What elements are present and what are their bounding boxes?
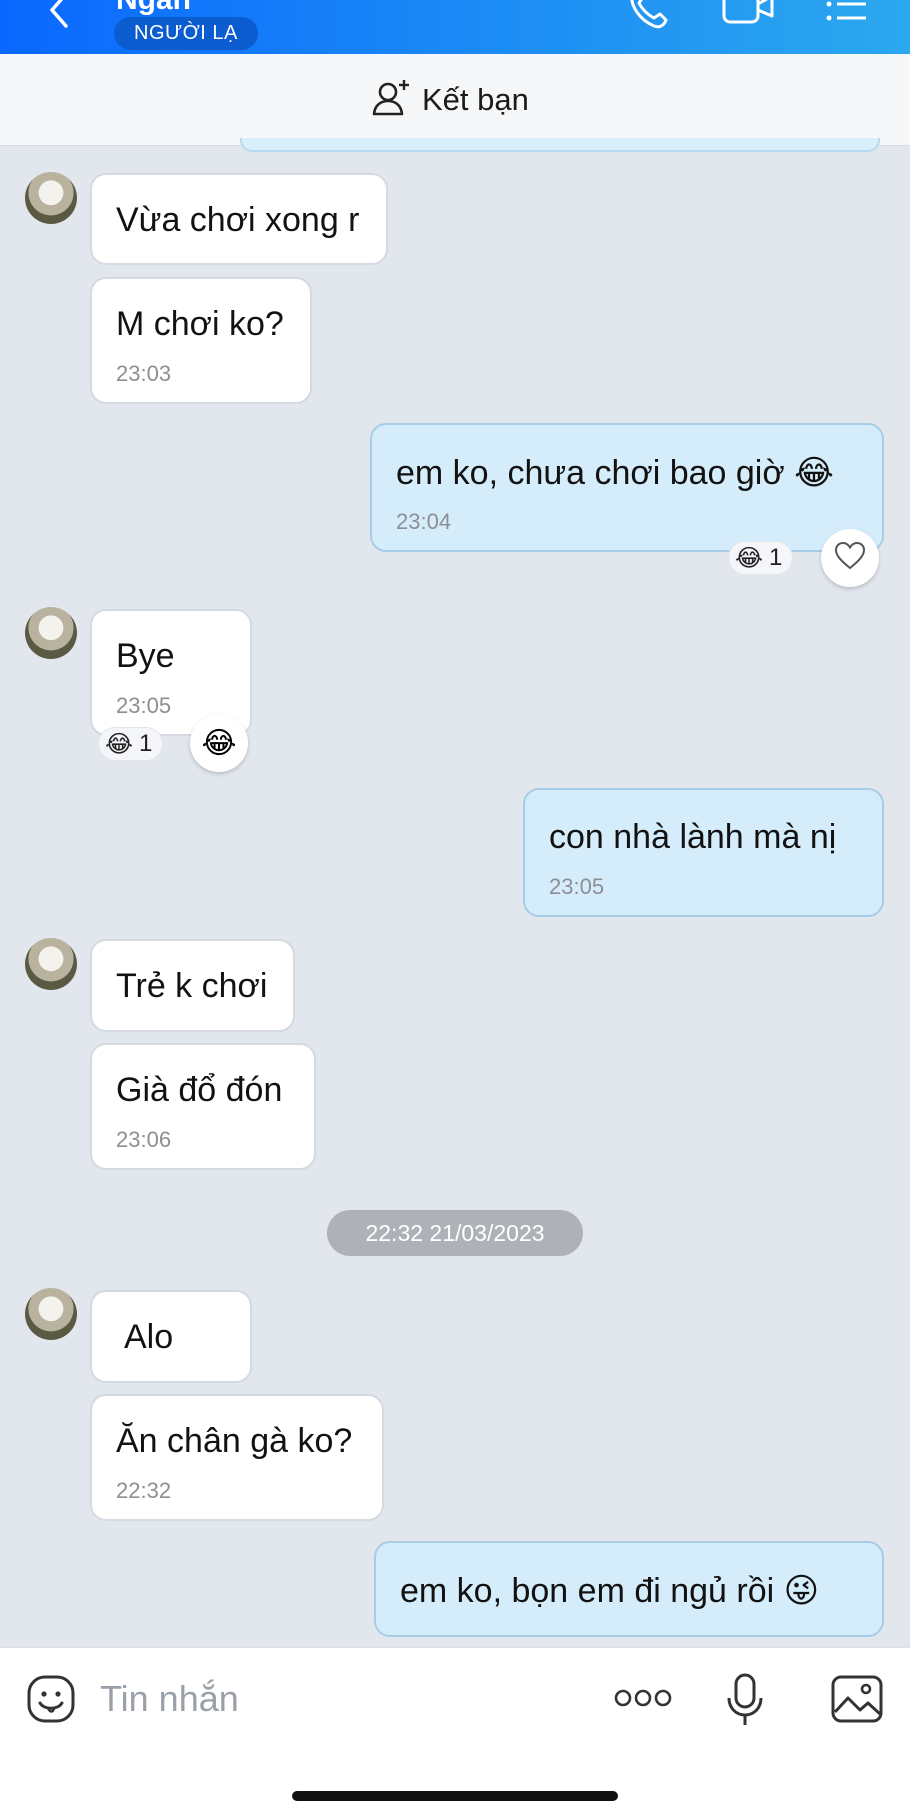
message-time: 23:05 [549, 874, 605, 899]
reaction-count: 1 [139, 730, 153, 757]
reaction-count: 1 [769, 544, 783, 571]
avatar[interactable] [25, 172, 77, 224]
reaction-badge[interactable]: 😂 1 [98, 727, 164, 761]
message-bubble[interactable]: Trẻ k chơi [90, 939, 295, 1032]
message-time: 23:03 [116, 361, 172, 386]
message-time: 23:05 [116, 693, 172, 718]
message-bubble[interactable]: Ăn chân gà ko? 22:32 [90, 1394, 384, 1521]
message-text: em ko, bọn em đi ngủ rồi 😜 [400, 1572, 820, 1610]
message-time: 23:04 [396, 509, 452, 534]
message-time: 22:32 [116, 1478, 172, 1503]
message-text: Alo [124, 1318, 174, 1356]
contact-name[interactable]: Ngân [116, 0, 191, 16]
message-time: 23:06 [116, 1127, 172, 1152]
message-text: Già đổ đón [116, 1071, 283, 1109]
message-composer: Tin nhắn [0, 1647, 910, 1801]
message-text: con nhà lành mà nị [549, 818, 837, 856]
message-text: Ăn chân gà ko? [116, 1422, 353, 1460]
message-bubble[interactable]: Già đổ đón 23:06 [90, 1043, 316, 1170]
back-chevron-icon[interactable] [44, 0, 78, 30]
stranger-badge: NGƯỜI LẠ [114, 17, 258, 50]
laughing-emoji-icon: 😂 [735, 544, 764, 572]
chat-header: Ngân NGƯỜI LẠ [0, 0, 910, 54]
reaction-badge[interactable]: 😂 1 [728, 541, 794, 575]
message-text: Vừa chơi xong r [116, 201, 360, 239]
message-text: Trẻ k chơi [116, 967, 268, 1005]
menu-list-icon[interactable] [824, 0, 870, 30]
message-bubble[interactable]: M chơi ko? 23:03 [90, 277, 312, 404]
image-icon[interactable] [830, 1674, 884, 1729]
message-text: M chơi ko? [116, 305, 284, 343]
avatar[interactable] [25, 1288, 77, 1340]
add-friend-icon [372, 78, 412, 123]
message-text: em ko, chưa chơi bao giờ 😂 [396, 454, 834, 492]
avatar[interactable] [25, 938, 77, 990]
sticker-icon[interactable] [26, 1674, 76, 1729]
message-input[interactable]: Tin nhắn [100, 1678, 239, 1720]
message-bubble[interactable]: con nhà lành mà nị 23:05 [523, 788, 884, 917]
microphone-icon[interactable] [726, 1672, 764, 1733]
phone-icon[interactable] [626, 0, 672, 30]
previous-message-bubble-edge [240, 138, 880, 152]
date-separator: 22:32 21/03/2023 [327, 1210, 583, 1256]
message-bubble[interactable]: em ko, chưa chơi bao giờ 😂 23:04 [370, 423, 884, 552]
heart-react-button[interactable] [821, 529, 879, 587]
message-bubble[interactable]: em ko, bọn em đi ngủ rồi 😜 [374, 1541, 884, 1637]
add-friend-bar: Kết bạn [0, 54, 910, 146]
message-bubble[interactable]: Alo [90, 1290, 252, 1383]
message-bubble[interactable]: Vừa chơi xong r [90, 173, 388, 265]
add-friend-button[interactable]: Kết bạn [372, 78, 529, 122]
more-options-icon[interactable] [614, 1688, 672, 1713]
laugh-react-button[interactable]: 😂 [190, 714, 248, 772]
laughing-emoji-icon: 😂 [105, 730, 134, 758]
avatar[interactable] [25, 607, 77, 659]
add-friend-label: Kết bạn [422, 82, 529, 117]
home-indicator [292, 1791, 618, 1801]
message-text: Bye [116, 637, 175, 675]
video-call-icon[interactable] [720, 0, 778, 30]
heart-icon [834, 541, 866, 576]
laughing-emoji-icon: 😂 [201, 726, 237, 760]
